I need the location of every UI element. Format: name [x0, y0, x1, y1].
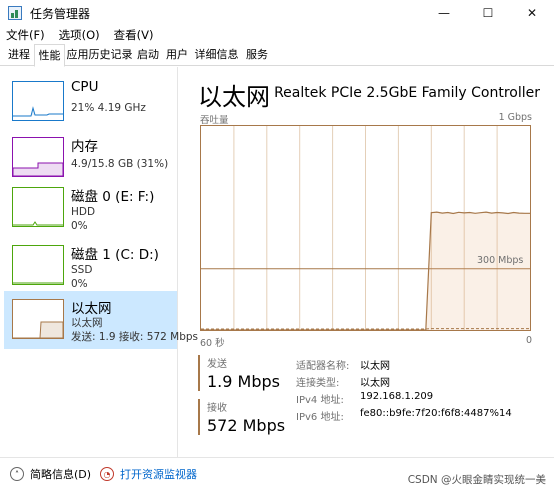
tab-app-history[interactable]: 应用历史记录 [66, 46, 133, 66]
menu-options[interactable]: 选项(O) [59, 27, 100, 43]
memory-usage: 4.9/15.8 GB (31%) [71, 158, 169, 170]
close-button[interactable]: ✕ [510, 0, 554, 26]
send-value: 1.9 Mbps [207, 372, 280, 391]
task-manager-icon [8, 6, 22, 20]
tab-bar: 进程 性能 应用历史记录 启动 用户 详细信息 服务 [0, 44, 554, 67]
resource-item-cpu[interactable]: CPU 21% 4.19 GHz [4, 73, 177, 129]
receive-value: 572 Mbps [207, 416, 286, 435]
brief-info-label: 简略信息(D) [30, 468, 92, 481]
disk-0-thumbnail-graph [12, 187, 64, 227]
ipv6-value: fe80::b9fe:7f20:f6f8:4487%14 [360, 408, 512, 419]
cpu-usage: 21% 4.19 GHz [71, 102, 146, 114]
tab-users[interactable]: 用户 [163, 46, 191, 66]
resource-item-disk-1[interactable]: 磁盘 1 (C: D:) SSD 0% [4, 237, 177, 293]
mid-scale-label: 300 Mbps [477, 255, 524, 266]
brief-info-toggle[interactable]: ˄ 简略信息(D) [10, 466, 91, 482]
memory-label: 内存 [71, 139, 98, 155]
cpu-thumbnail-graph [12, 81, 64, 121]
memory-thumbnail-graph [12, 137, 64, 177]
ethernet-detail-panel: 以太网 Realtek PCIe 2.5GbE Family Controlle… [190, 67, 554, 457]
ipv6-key: IPv6 地址: [296, 412, 344, 423]
resource-item-memory[interactable]: 内存 4.9/15.8 GB (31%) [4, 129, 177, 185]
tab-startup[interactable]: 启动 [134, 46, 162, 66]
open-resource-monitor-link[interactable]: ◔ 打开资源监视器 [100, 466, 197, 482]
disk-1-type: SSD [71, 264, 93, 276]
chevron-up-icon: ˄ [10, 467, 24, 481]
resource-list: CPU 21% 4.19 GHz 内存 4.9/15.8 GB (31%) 磁盘… [0, 67, 198, 457]
resource-item-disk-0[interactable]: 磁盘 0 (E: F:) HDD 0% [4, 179, 177, 235]
adapter-name: Realtek PCIe 2.5GbE Family Controller [274, 85, 540, 101]
disk-1-usage: 0% [71, 278, 88, 290]
time-axis-left: 60 秒 [200, 338, 225, 349]
adapter-name-key: 适配器名称: [296, 361, 350, 372]
max-scale-label: 1 Gbps [498, 112, 532, 123]
time-axis-right: 0 [526, 335, 533, 346]
open-resource-monitor-label: 打开资源监视器 [120, 468, 197, 481]
connection-type-key: 连接类型: [296, 378, 340, 389]
send-stat: 发送 1.9 Mbps [198, 355, 280, 391]
throughput-graph-svg [201, 126, 530, 331]
disk-0-label: 磁盘 0 (E: F:) [71, 189, 155, 205]
maximize-button[interactable]: ☐ [466, 0, 510, 26]
title-bar: 任务管理器 — ☐ ✕ [0, 0, 554, 26]
connection-type-value: 以太网 [360, 378, 390, 389]
window-controls: — ☐ ✕ [422, 0, 554, 26]
menu-view[interactable]: 查看(V) [114, 27, 154, 43]
disk-0-usage: 0% [71, 220, 88, 232]
throughput-label: 吞吐量 [200, 115, 229, 126]
footer: ˄ 简略信息(D) ◔ 打开资源监视器 CSDN @火眼金睛实现统一美 [0, 457, 554, 493]
menu-bar: 文件(F) 选项(O) 查看(V) [0, 26, 167, 44]
receive-label: 接收 [207, 403, 227, 414]
disk-1-label: 磁盘 1 (C: D:) [71, 247, 159, 263]
cpu-label: CPU [71, 79, 99, 95]
ethernet-thumbnail-graph [12, 299, 64, 339]
menu-file[interactable]: 文件(F) [6, 27, 45, 43]
ethernet-label: 以太网 [71, 301, 112, 317]
detail-title: 以太网 [198, 83, 270, 111]
resource-item-ethernet[interactable]: 以太网 以太网 发送: 1.9 接收: 572 Mbps [4, 291, 198, 349]
csdn-watermark: CSDN @火眼金睛实现统一美 [407, 474, 546, 486]
receive-stat: 接收 572 Mbps [198, 399, 285, 435]
ipv4-value: 192.168.1.209 [360, 391, 434, 402]
minimize-button[interactable]: — [422, 0, 466, 26]
throughput-graph [200, 125, 531, 331]
ipv4-key: IPv4 地址: [296, 395, 344, 406]
ethernet-sub-label: 以太网 [71, 317, 103, 329]
tab-services[interactable]: 服务 [242, 46, 272, 66]
ethernet-rates: 发送: 1.9 接收: 572 Mbps [71, 331, 199, 343]
send-label: 发送 [207, 359, 227, 370]
tab-details[interactable]: 详细信息 [192, 46, 241, 66]
adapter-name-value: 以太网 [360, 361, 390, 372]
disk-1-thumbnail-graph [12, 245, 64, 285]
tab-processes[interactable]: 进程 [4, 46, 34, 66]
window-title: 任务管理器 [30, 6, 91, 21]
disk-0-type: HDD [71, 206, 96, 218]
resource-monitor-icon: ◔ [100, 467, 114, 481]
tab-performance[interactable]: 性能 [34, 44, 65, 67]
